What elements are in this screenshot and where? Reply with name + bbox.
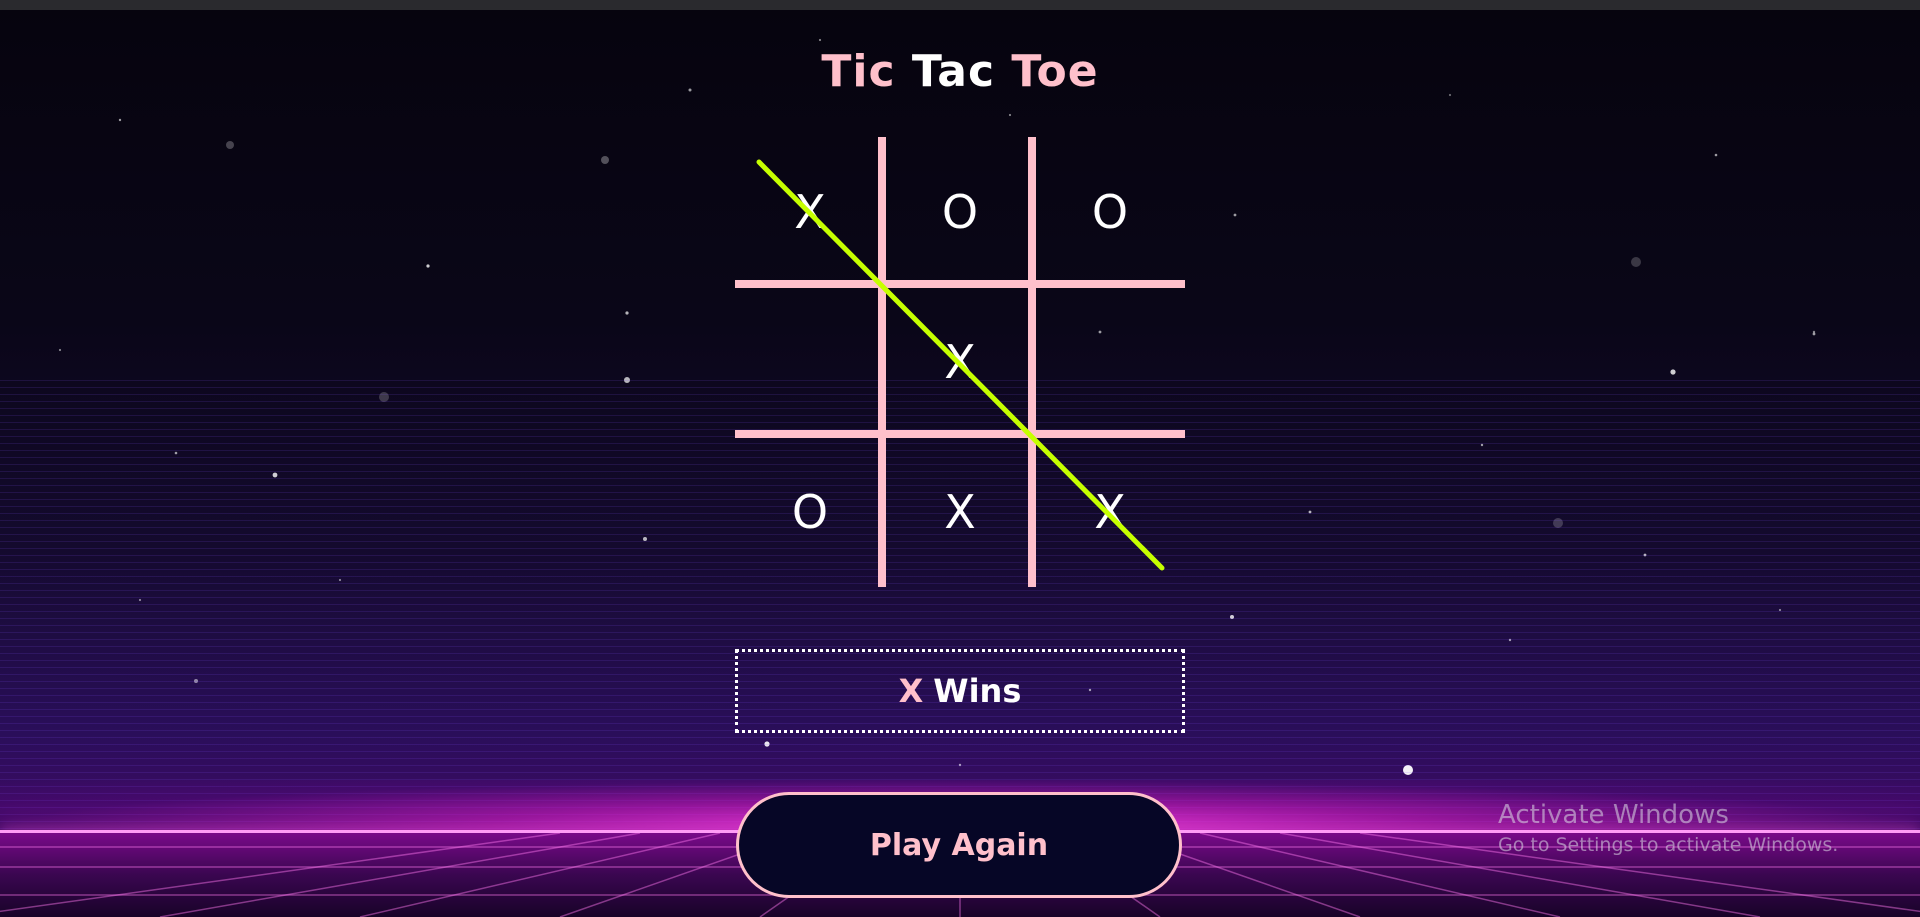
windows-activation-watermark: Activate Windows Go to Settings to activ…	[1498, 800, 1838, 856]
play-again-button[interactable]: Play Again	[736, 792, 1182, 898]
board-cell-2[interactable]: O	[885, 137, 1035, 287]
game-page: Tic Tac Toe X O O X O X X X Wins Play Ag…	[0, 0, 1920, 917]
grid-line-horizontal-2	[735, 430, 1185, 438]
board-cell-8[interactable]: X	[885, 437, 1035, 587]
board-cell-4[interactable]	[735, 287, 885, 437]
watermark-subtitle: Go to Settings to activate Windows.	[1498, 834, 1839, 856]
board-cell-6[interactable]	[1035, 287, 1185, 437]
page-title: Tic Tac Toe	[0, 46, 1920, 97]
title-word-toe: Toe	[1011, 46, 1099, 97]
board-cell-1[interactable]: X	[735, 137, 885, 287]
board-cell-9[interactable]: X	[1035, 437, 1185, 587]
grid-line-vertical-2	[1028, 137, 1036, 587]
board-cell-7[interactable]: O	[735, 437, 885, 587]
status-text: Wins	[933, 672, 1022, 710]
board-cell-3[interactable]: O	[1035, 137, 1185, 287]
status-winner: X	[898, 672, 924, 710]
title-word-tac: Tac	[911, 46, 996, 97]
watermark-title: Activate Windows	[1498, 800, 1729, 830]
game-status: X Wins	[735, 649, 1185, 733]
game-board: X O O X O X X	[735, 137, 1185, 587]
title-word-tic: Tic	[821, 46, 896, 97]
grid-line-vertical-1	[878, 137, 886, 587]
board-cell-5[interactable]: X	[885, 287, 1035, 437]
grid-line-horizontal-1	[735, 280, 1185, 288]
